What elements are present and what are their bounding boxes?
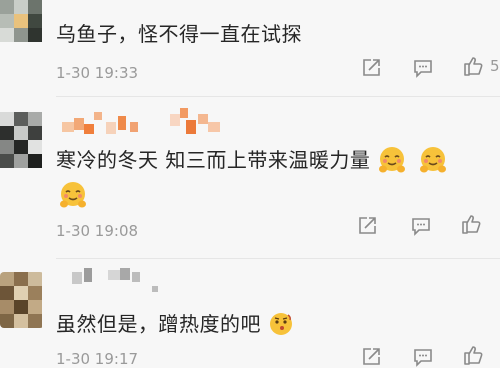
- thinking-emoji: [268, 311, 294, 337]
- like-count: 5: [490, 57, 500, 75]
- avatar[interactable]: [0, 112, 44, 168]
- comment-item: 虽然但是，蹭热度的吧 1-30 19:17: [0, 260, 500, 368]
- like-button[interactable]: [462, 55, 484, 77]
- comment-text: 寒冷的冬天 知三而上带来温暖力量: [56, 144, 448, 177]
- comment-item: 乌鱼子，怪不得一直在试探 1-30 19:33 5: [0, 0, 500, 98]
- divider: [56, 258, 500, 259]
- comment-time: 1-30 19:17: [56, 350, 139, 368]
- avatar[interactable]: [0, 0, 44, 44]
- repost-button[interactable]: [356, 215, 378, 237]
- like-button[interactable]: [460, 213, 482, 235]
- comment-bubble-icon: [412, 218, 430, 236]
- comment-bubble-icon: [414, 349, 432, 367]
- comment-button[interactable]: [412, 57, 434, 79]
- divider: [56, 96, 500, 97]
- thumbs-up-icon: [464, 57, 483, 76]
- comment-bubble-icon: [414, 60, 432, 78]
- comment-time: 1-30 19:33: [56, 64, 139, 82]
- like-button[interactable]: [462, 344, 484, 366]
- share-square-icon: [363, 59, 380, 76]
- comment-item: 寒冷的冬天 知三而上带来温暖力量 1-30 19:08: [0, 98, 500, 260]
- repost-button[interactable]: [360, 346, 382, 368]
- comment-text-content: 寒冷的冬天 知三而上带来温暖力量: [56, 148, 371, 172]
- repost-button[interactable]: [360, 57, 382, 79]
- comment-time: 1-30 19:08: [56, 222, 139, 240]
- comment-button[interactable]: [410, 215, 432, 237]
- username-blurred[interactable]: [62, 104, 222, 136]
- comment-text: 乌鱼子，怪不得一直在试探: [56, 22, 302, 46]
- comment-text: 虽然但是，蹭热度的吧: [56, 308, 294, 339]
- share-square-icon: [359, 217, 376, 234]
- avatar[interactable]: [0, 272, 44, 328]
- username-blurred[interactable]: [72, 268, 162, 292]
- blush-hug-emoji: [58, 180, 88, 210]
- thumbs-up-icon: [464, 346, 483, 365]
- share-square-icon: [363, 348, 380, 365]
- comment-text-content: 虽然但是，蹭热度的吧: [56, 312, 261, 336]
- comment-button[interactable]: [412, 346, 434, 368]
- thumbs-up-icon: [462, 215, 481, 234]
- blush-hug-emoji: [418, 145, 448, 175]
- blush-hug-emoji: [377, 145, 407, 175]
